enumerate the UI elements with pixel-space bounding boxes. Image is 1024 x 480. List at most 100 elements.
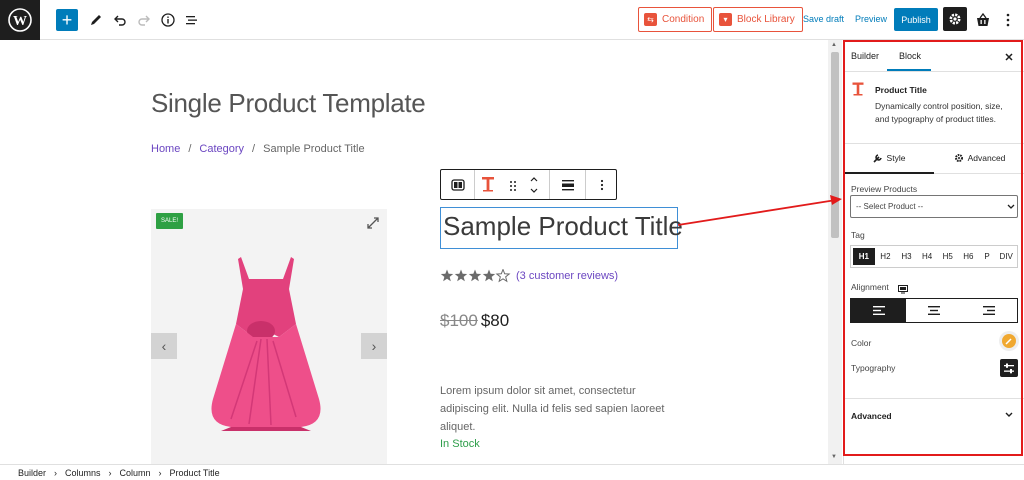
select-value: -- Select Product -- <box>856 202 924 211</box>
editor-canvas[interactable]: Single Product Template Home / Category … <box>0 40 828 464</box>
template-title: Single Product Template <box>151 88 426 118</box>
tab-style[interactable]: Style <box>844 144 934 172</box>
list-view-icon[interactable] <box>180 8 204 32</box>
star-empty-icon <box>495 269 511 283</box>
tab-block[interactable]: Block <box>899 51 921 61</box>
settings-sidebar: Builder Block Product Title Dynamically … <box>843 40 1024 464</box>
condition-button[interactable]: ⇆ Condition <box>638 7 713 32</box>
product-title-block-icon <box>852 82 864 101</box>
tab-advanced-label: Advanced <box>967 153 1006 163</box>
tag-selector: H1 H2 H3 H4 H5 H6 P DIV <box>850 245 1018 268</box>
typography-label: Typography <box>851 363 896 373</box>
tag-option-h3[interactable]: H3 <box>896 248 917 265</box>
canvas-scrollbar[interactable]: ▲ ▼ <box>828 40 842 464</box>
align-right-icon <box>983 306 996 315</box>
product-title[interactable]: Sample Product Title <box>443 211 683 242</box>
breadcrumb: Home / Category / Sample Product Title <box>151 143 365 155</box>
align-center-button[interactable] <box>906 299 961 322</box>
product-gallery[interactable]: SALE! ‹ › <box>151 209 387 464</box>
columns-parent-icon[interactable] <box>441 170 475 199</box>
close-sidebar-icon[interactable] <box>1004 49 1014 67</box>
pencil-tool-icon[interactable] <box>84 8 108 32</box>
chevron-down-icon <box>1005 412 1013 417</box>
crumb-separator-icon: › <box>108 467 112 478</box>
more-options-icon[interactable] <box>996 8 1020 32</box>
align-center-icon[interactable] <box>549 170 585 199</box>
tag-option-p[interactable]: P <box>979 248 996 265</box>
tag-option-h4[interactable]: H4 <box>917 248 938 265</box>
wrench-icon <box>872 154 882 163</box>
advanced-section-toggle[interactable]: Advanced <box>844 398 1024 430</box>
style-advanced-tabs: Style Advanced <box>844 144 1024 174</box>
crumb-product-title[interactable]: Product Title <box>170 468 220 478</box>
shop-basket-icon[interactable] <box>971 8 995 32</box>
breadcrumb-current: Sample Product Title <box>263 143 365 155</box>
preview-button[interactable]: Preview <box>855 14 887 24</box>
alignment-buttons <box>850 298 1018 323</box>
tab-advanced[interactable]: Advanced <box>934 144 1024 172</box>
block-library-label: Block Library <box>737 14 795 25</box>
block-options-icon[interactable] <box>585 170 617 199</box>
publish-button[interactable]: Publish <box>894 8 938 31</box>
details-info-icon[interactable] <box>156 8 180 32</box>
product-rating: (3 customer reviews) <box>440 269 618 283</box>
editor-top-toolbar: W + ⇆ Condition ▾ Block Library Save dra… <box>0 0 1024 40</box>
color-picker-icon <box>1002 334 1016 348</box>
product-title-block-icon[interactable] <box>481 176 495 197</box>
crumb-separator-icon: › <box>158 467 162 478</box>
star-filled-icon <box>468 269 482 282</box>
scroll-down-arrow-icon[interactable]: ▼ <box>831 454 837 460</box>
chevron-down-icon <box>1007 204 1015 209</box>
align-right-button[interactable] <box>962 299 1017 322</box>
wordpress-logo-icon[interactable]: W <box>0 0 40 40</box>
preview-product-select[interactable]: -- Select Product -- <box>850 195 1018 218</box>
align-left-icon <box>872 306 885 315</box>
drag-handle-icon[interactable] <box>509 179 517 197</box>
fullscreen-expand-icon[interactable] <box>365 215 381 236</box>
tag-option-h2[interactable]: H2 <box>875 248 897 265</box>
block-card-title: Product Title <box>875 85 927 95</box>
reviews-link[interactable]: (3 customer reviews) <box>516 270 618 282</box>
star-filled-icon <box>454 269 468 282</box>
undo-icon[interactable] <box>108 8 132 32</box>
breadcrumb-category-link[interactable]: Category <box>199 143 244 155</box>
crumb-column[interactable]: Column <box>120 468 151 478</box>
annotation-arrow <box>677 195 842 226</box>
breadcrumb-separator: / <box>188 143 192 155</box>
tag-option-h1[interactable]: H1 <box>853 248 875 265</box>
tag-option-h6[interactable]: H6 <box>958 248 979 265</box>
save-draft-button[interactable]: Save draft <box>803 14 844 24</box>
sale-badge: SALE! <box>156 213 184 229</box>
breadcrumb-home-link[interactable]: Home <box>151 143 180 155</box>
move-up-down-icon[interactable] <box>528 174 540 201</box>
tag-option-h5[interactable]: H5 <box>937 248 958 265</box>
gallery-next-arrow-icon[interactable]: › <box>361 333 387 359</box>
block-library-button[interactable]: ▾ Block Library <box>713 7 803 32</box>
stock-status: In Stock <box>440 438 480 450</box>
advanced-section-label: Advanced <box>851 411 892 421</box>
crumb-builder[interactable]: Builder <box>18 468 46 478</box>
tab-builder[interactable]: Builder <box>851 51 879 61</box>
gallery-prev-arrow-icon[interactable]: ‹ <box>151 333 177 359</box>
preview-products-label: Preview Products <box>851 184 918 194</box>
scroll-up-arrow-icon[interactable]: ▲ <box>831 42 837 48</box>
align-left-button[interactable] <box>851 299 907 322</box>
product-title-block[interactable]: Sample Product Title <box>440 207 683 249</box>
star-filled-icon <box>440 269 454 282</box>
basket-icon: ▾ <box>719 13 732 26</box>
tab-style-label: Style <box>886 153 906 163</box>
add-block-button[interactable]: + <box>56 9 78 31</box>
desktop-device-icon[interactable] <box>898 281 908 299</box>
typography-settings-icon[interactable] <box>1000 359 1018 377</box>
sale-price: $80 <box>480 311 510 330</box>
redo-icon[interactable] <box>132 8 156 32</box>
condition-icon: ⇆ <box>644 13 657 26</box>
star-filled-icon <box>482 269 496 282</box>
block-breadcrumb-bar: Builder › Columns › Column › Product Tit… <box>0 464 1024 480</box>
settings-gear-icon[interactable] <box>943 7 967 31</box>
color-picker-button[interactable] <box>999 331 1019 351</box>
alignment-label: Alignment <box>851 282 889 292</box>
tag-option-div[interactable]: DIV <box>995 248 1017 265</box>
crumb-columns[interactable]: Columns <box>65 468 101 478</box>
rating-stars-icon <box>440 269 511 283</box>
